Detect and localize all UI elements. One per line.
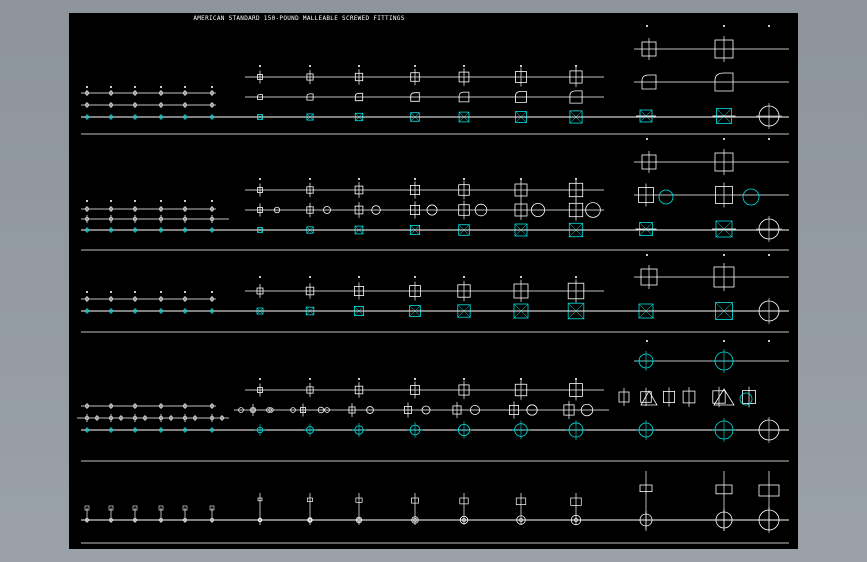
label-mark — [160, 200, 162, 202]
fitting-circle — [658, 189, 674, 205]
label-mark — [134, 86, 136, 88]
label-mark — [160, 291, 162, 293]
label-mark — [358, 378, 360, 380]
fitting-tee-triangle — [713, 388, 735, 406]
label-mark — [184, 291, 186, 293]
label-mark — [463, 65, 465, 67]
label-mark — [110, 200, 112, 202]
label-mark — [358, 65, 360, 67]
label-mark — [575, 65, 577, 67]
label-mark — [134, 200, 136, 202]
fitting-circle — [742, 188, 760, 206]
label-mark — [211, 200, 213, 202]
fitting-tee-triangle — [640, 390, 658, 406]
label-mark — [768, 138, 770, 140]
label-mark — [309, 65, 311, 67]
label-mark — [86, 200, 88, 202]
label-mark — [211, 291, 213, 293]
label-mark — [463, 178, 465, 180]
cad-viewport[interactable]: AMERICAN STANDARD 150-POUND MALLEABLE SC… — [0, 0, 867, 562]
label-mark — [259, 178, 261, 180]
label-mark — [358, 276, 360, 278]
label-mark — [723, 340, 725, 342]
label-mark — [184, 86, 186, 88]
label-mark — [463, 378, 465, 380]
label-mark — [309, 276, 311, 278]
label-mark — [463, 276, 465, 278]
label-mark — [86, 291, 88, 293]
label-mark — [134, 291, 136, 293]
label-mark — [520, 178, 522, 180]
drawing-sheet[interactable]: AMERICAN STANDARD 150-POUND MALLEABLE SC… — [69, 13, 798, 549]
label-mark — [646, 25, 648, 27]
label-mark — [86, 86, 88, 88]
label-mark — [414, 65, 416, 67]
label-mark — [414, 378, 416, 380]
label-mark — [723, 138, 725, 140]
label-mark — [110, 291, 112, 293]
label-mark — [520, 65, 522, 67]
label-mark — [184, 200, 186, 202]
label-mark — [768, 340, 770, 342]
drawing-canvas[interactable] — [69, 13, 798, 549]
label-mark — [646, 138, 648, 140]
label-mark — [414, 178, 416, 180]
label-mark — [160, 86, 162, 88]
label-mark — [575, 276, 577, 278]
label-mark — [575, 178, 577, 180]
label-mark — [309, 178, 311, 180]
label-mark — [646, 340, 648, 342]
label-mark — [259, 65, 261, 67]
label-mark — [358, 178, 360, 180]
label-mark — [309, 378, 311, 380]
label-mark — [768, 25, 770, 27]
label-mark — [259, 276, 261, 278]
label-mark — [414, 276, 416, 278]
label-mark — [520, 276, 522, 278]
label-mark — [723, 254, 725, 256]
label-mark — [110, 86, 112, 88]
label-mark — [520, 378, 522, 380]
label-mark — [575, 378, 577, 380]
label-mark — [768, 254, 770, 256]
label-mark — [646, 254, 648, 256]
label-mark — [259, 378, 261, 380]
label-mark — [211, 86, 213, 88]
label-mark — [723, 25, 725, 27]
